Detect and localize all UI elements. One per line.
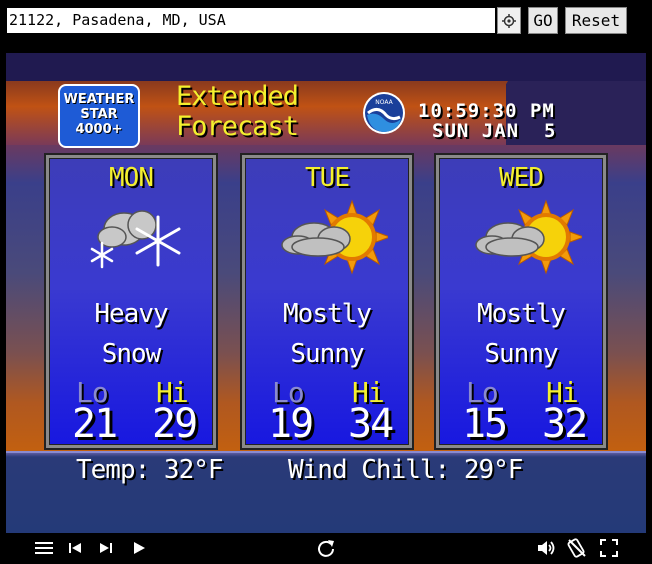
menu-icon[interactable] [33, 537, 55, 559]
reset-button[interactable]: Reset [565, 7, 627, 34]
refresh-icon[interactable] [315, 537, 337, 559]
condition-line-2: Sunny [290, 339, 364, 369]
lo-temp: 15 [462, 401, 508, 447]
weatherstar-logo: WEATHER STAR 4000+ [58, 84, 140, 148]
page-title-line-2: Forecast [176, 111, 299, 142]
crosshair-icon [502, 13, 516, 28]
day-label: TUE [305, 163, 350, 193]
previous-icon[interactable] [64, 537, 86, 559]
go-button[interactable]: GO [528, 7, 558, 34]
hi-temp: 29 [152, 401, 198, 447]
forecast-panel-mon: MON Heavy Snow Lo Hi 21 29 [44, 153, 218, 450]
condition-line-1: Mostly [477, 299, 566, 329]
player-controls [0, 533, 652, 564]
wind-chill: Wind Chill: 29°F [288, 455, 523, 485]
hi-temp: 32 [542, 401, 588, 447]
condition-line-1: Heavy [94, 299, 168, 329]
next-icon[interactable] [95, 537, 117, 559]
weather-display: WEATHER STAR 4000+ Extended Forecast NOA… [6, 53, 646, 533]
hi-temp: 34 [348, 401, 394, 447]
mostly-sunny-icon [281, 199, 388, 275]
location-input[interactable]: 21122, Pasadena, MD, USA [6, 7, 496, 34]
fullscreen-icon[interactable] [598, 537, 620, 559]
logo-line-3: 4000+ [75, 122, 123, 137]
volume-icon[interactable] [535, 537, 557, 559]
noaa-logo-icon: NOAA [363, 92, 405, 134]
location-bar: 21122, Pasadena, MD, USA GO Reset [0, 0, 652, 40]
forecast-panel-tue: TUE Mostly Sunny Lo Hi 19 34 [240, 153, 414, 450]
logo-line-2: STAR [80, 107, 118, 122]
snow-icon [90, 210, 181, 269]
lo-temp: 19 [268, 401, 314, 447]
clock-date: SUN JAN 5 [432, 120, 557, 142]
condition-line-2: Snow [101, 339, 162, 369]
current-temp: Temp: 32°F [76, 455, 224, 485]
condition-line-2: Sunny [484, 339, 558, 369]
day-label: WED [499, 163, 544, 193]
page-title-line-1: Extended [176, 81, 299, 112]
logo-line-1: WEATHER [63, 92, 135, 107]
clock-time: 10:59:30 PM [418, 100, 555, 122]
mostly-sunny-icon [475, 199, 582, 275]
forecast-panel-wed: WED Mostly Sunny Lo Hi 15 32 [434, 153, 608, 450]
svg-text:NOAA: NOAA [375, 99, 393, 106]
day-label: MON [109, 163, 154, 193]
no-kiosk-icon[interactable] [566, 537, 588, 559]
current-conditions-bar: Temp: 32°F Wind Chill: 29°F [6, 451, 646, 533]
condition-line-1: Mostly [283, 299, 372, 329]
lo-temp: 21 [72, 401, 118, 447]
gps-button[interactable] [497, 7, 521, 34]
play-icon[interactable] [128, 537, 150, 559]
